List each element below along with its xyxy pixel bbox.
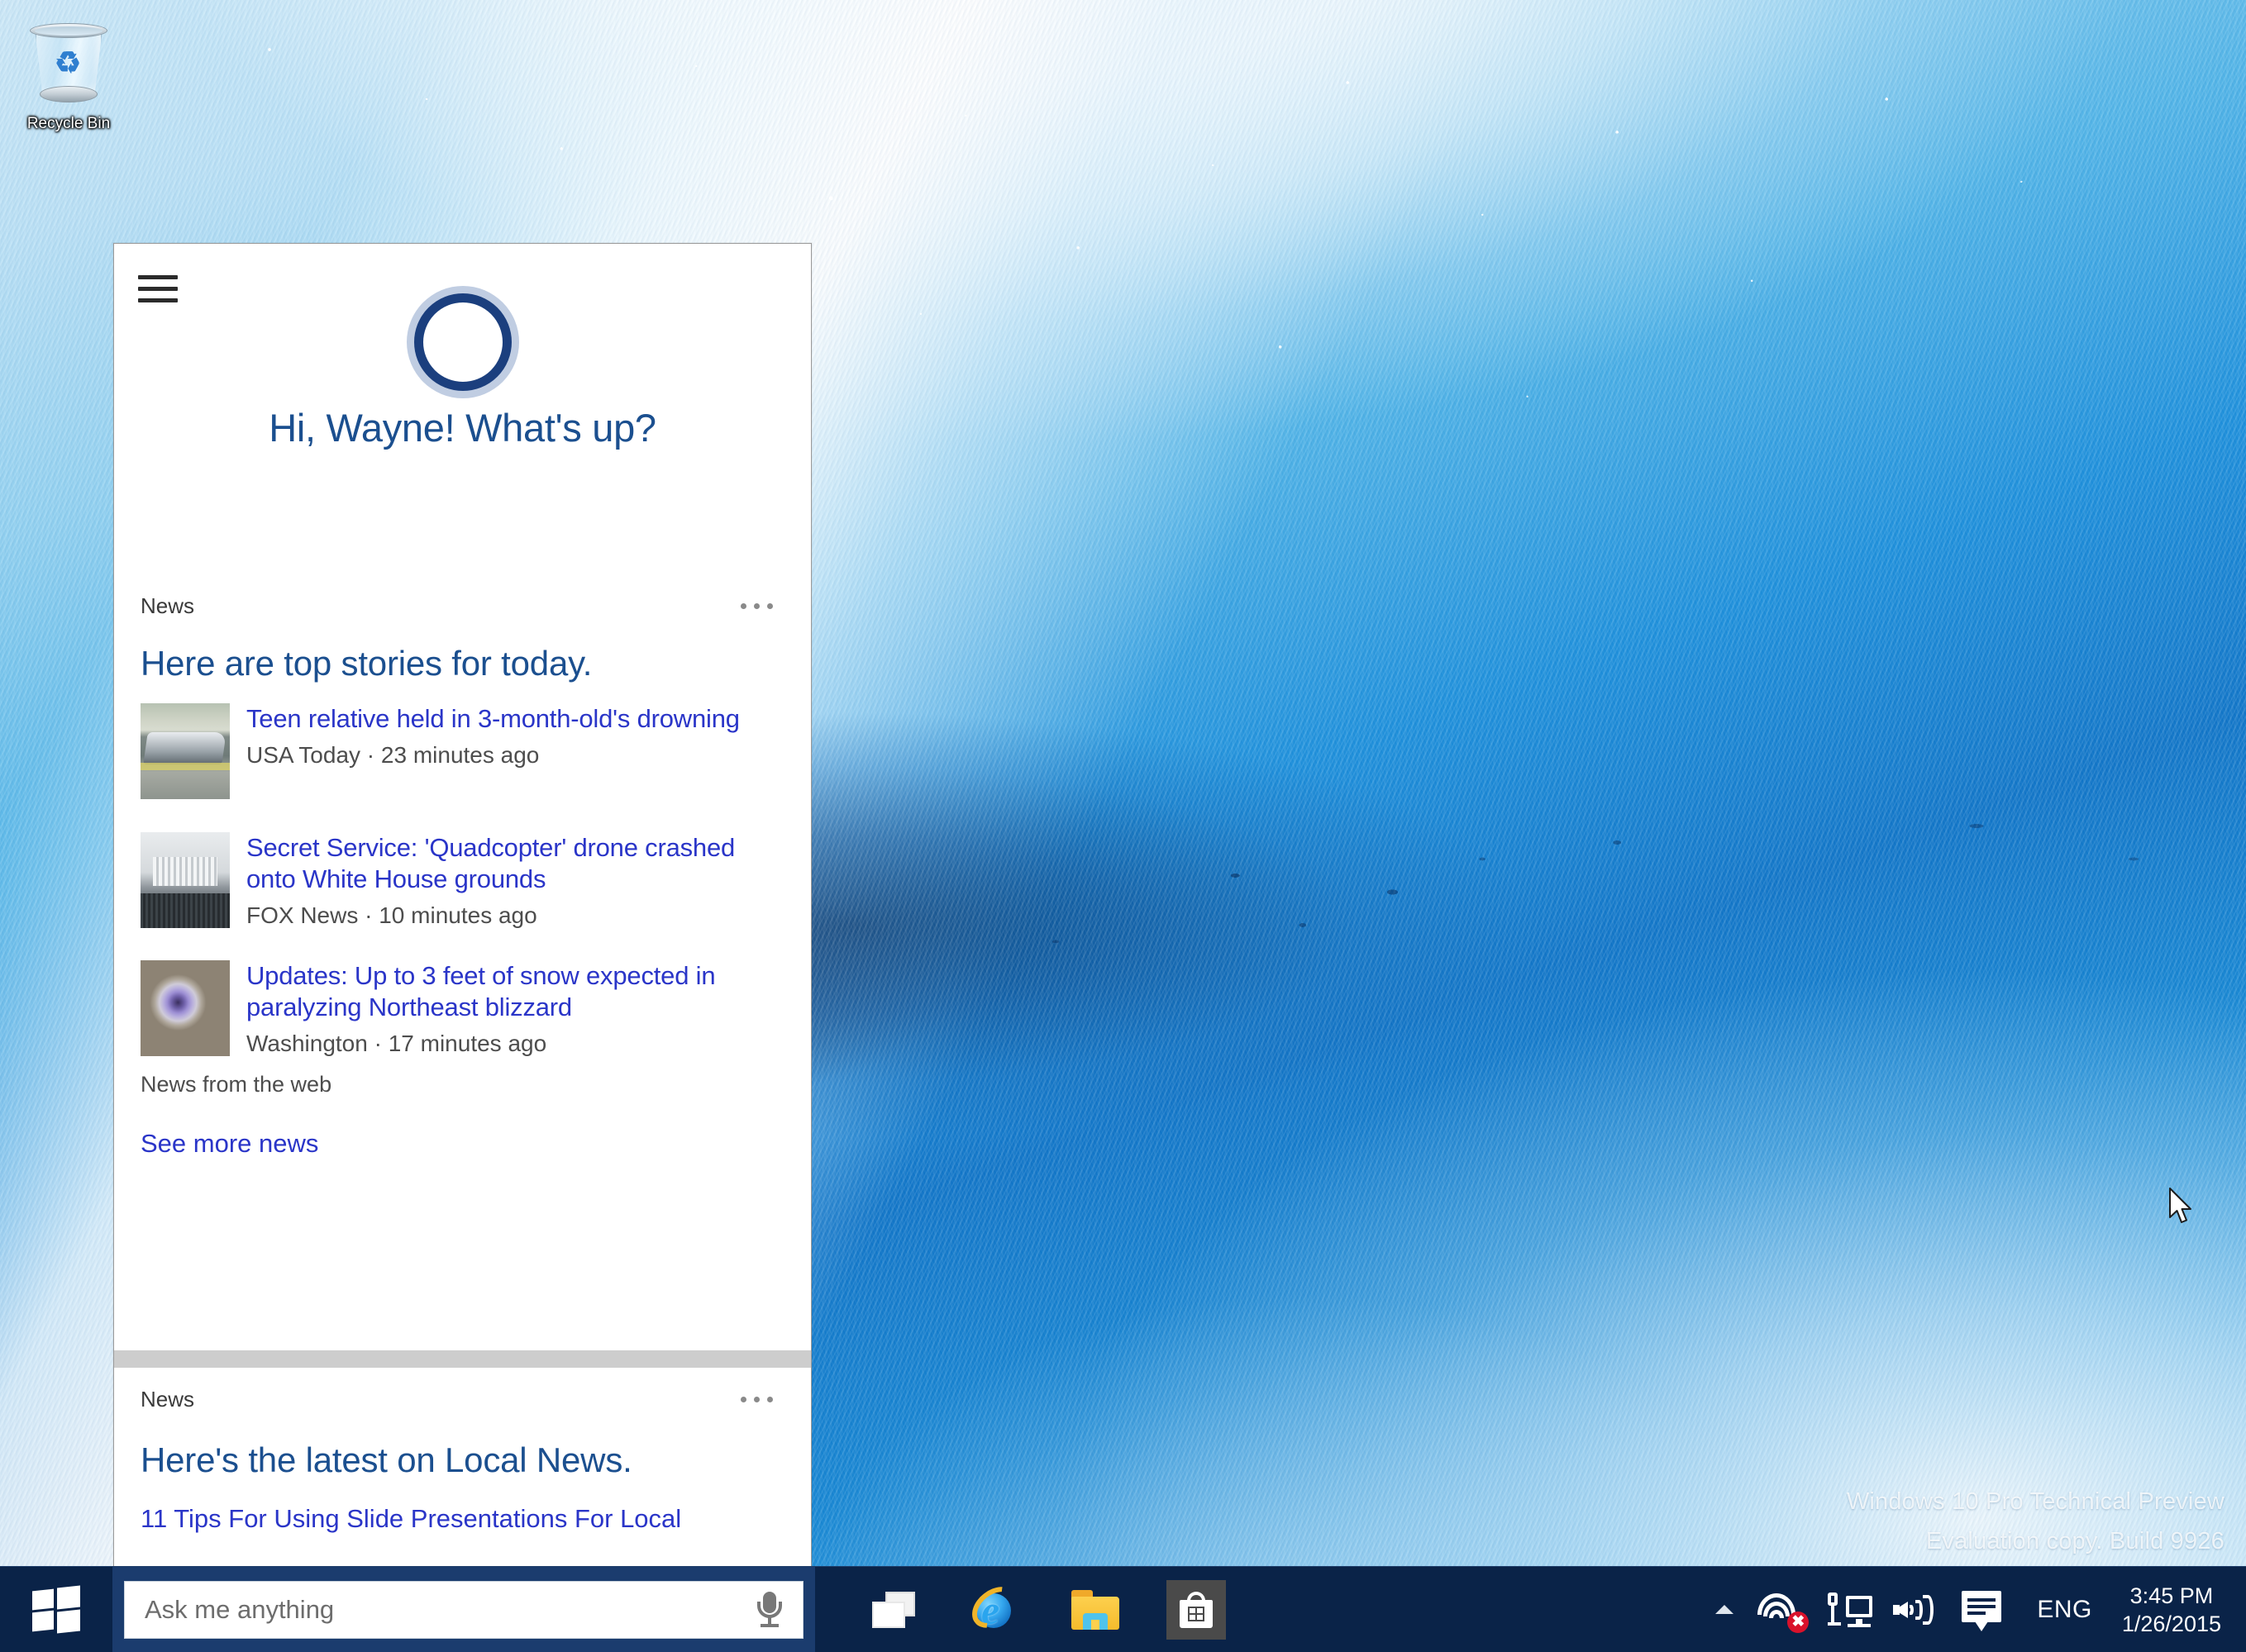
taskbar-button-file-explorer[interactable] [1045,1567,1146,1652]
taskbar-button-store[interactable] [1146,1567,1247,1652]
file-explorer-icon [1071,1589,1119,1630]
card-source-label: News [141,593,195,618]
search-input[interactable] [145,1581,743,1638]
see-more-news-link[interactable]: See more news [114,1128,811,1159]
recycle-bin-icon: ♻ [23,17,114,109]
tray-ethernet[interactable] [1817,1567,1883,1652]
store-bag-icon [1180,1591,1213,1628]
card-title: Here's the latest on Local News. [141,1440,632,1479]
system-tray[interactable]: ✖ ENG 3:45 PM 1/26/2015 [1703,1567,2246,1652]
tray-action-center[interactable] [1949,1567,2019,1652]
cortana-panel[interactable]: Hi, Wayne! What's up? News Here are top … [113,243,812,1569]
taskbar-button-task-view[interactable] [843,1567,944,1652]
microphone-icon[interactable] [753,1590,786,1630]
taskbar-clock[interactable]: 3:45 PM 1/26/2015 [2110,1582,2239,1638]
chevron-up-icon [1715,1605,1734,1614]
news-card-local-news: News Here's the latest on Local News. 11… [114,1384,811,1535]
card-title: Here are top stories for today. [141,644,593,683]
tray-network-status[interactable]: ✖ [1746,1567,1817,1652]
desktop[interactable]: ♻ Recycle Bin Windows 10 Pro Technical P… [0,0,2246,1652]
taskbar-search-area[interactable] [112,1566,815,1652]
story-source-and-time: Washington · 17 minutes ago [246,1031,547,1056]
windows-logo-icon [32,1585,80,1633]
card-overflow-menu-icon[interactable] [737,595,776,617]
news-story-item[interactable]: Teen relative held in 3-month-old's drow… [114,703,811,799]
tray-language-indicator[interactable]: ENG [2019,1567,2110,1652]
clock-time: 3:45 PM [2129,1583,2214,1608]
desktop-icon-label: Recycle Bin [26,115,111,132]
story-thumbnail-image [141,960,230,1056]
action-center-icon [1962,1589,2006,1631]
hamburger-icon[interactable] [133,269,183,312]
card-header: News [114,591,811,621]
ethernet-icon [1828,1589,1873,1631]
clock-date: 1/26/2015 [2121,1611,2221,1636]
tray-volume[interactable] [1883,1567,1949,1652]
news-story-item[interactable]: Secret Service: 'Quadcopter' drone crash… [114,832,811,931]
task-view-icon [872,1591,915,1628]
internet-explorer-icon: e [964,1578,1025,1636]
store-tile [1166,1579,1226,1640]
story-thumbnail-image [141,832,230,928]
card-header: News [114,1384,811,1414]
volume-icon [1893,1590,1939,1630]
desktop-icon-recycle-bin[interactable]: ♻ Recycle Bin [7,5,131,147]
story-headline-link[interactable]: Teen relative held in 3-month-old's drow… [246,703,784,735]
card-source-label: News [141,1387,195,1412]
network-error-icon: ✖ [1756,1588,1810,1633]
story-source-and-time: FOX News · 10 minutes ago [246,902,537,928]
tray-overflow-button[interactable] [1703,1567,1746,1652]
story-headline-link[interactable]: Secret Service: 'Quadcopter' drone crash… [246,832,784,895]
card-overflow-menu-icon[interactable] [737,1388,776,1411]
search-box[interactable] [124,1580,804,1639]
taskbar[interactable]: e [0,1566,2246,1652]
story-source-and-time: USA Today · 23 minutes ago [246,742,540,768]
card-divider [114,1350,811,1368]
story-thumbnail-image [141,703,230,799]
taskbar-pinned-apps[interactable]: e [815,1567,1247,1652]
story-headline-link[interactable]: 11 Tips For Using Slide Presentations Fo… [114,1503,811,1535]
news-story-item[interactable]: Updates: Up to 3 feet of snow expected i… [114,960,811,1059]
start-button[interactable] [0,1567,112,1652]
news-attribution: News from the web [141,1072,332,1097]
cortana-ring-icon [413,293,512,391]
cortana-greeting: Hi, Wayne! What's up? [269,406,656,450]
taskbar-button-internet-explorer[interactable]: e [944,1567,1045,1652]
story-headline-link[interactable]: Updates: Up to 3 feet of snow expected i… [246,960,784,1023]
news-card-top-stories: News Here are top stories for today. Tee… [114,591,811,1159]
